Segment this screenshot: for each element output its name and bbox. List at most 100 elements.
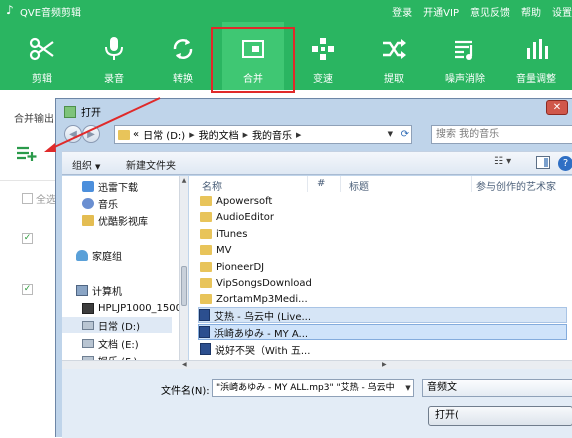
tool-label: 音量调整	[516, 74, 556, 85]
mp3-file-icon	[199, 309, 210, 321]
file-type-select[interactable]: 音频文	[422, 379, 572, 397]
nav-scrollbar[interactable]: ▲ ▼	[179, 176, 188, 368]
scroll-left-icon[interactable]: ◀	[182, 361, 187, 368]
help-icon[interactable]: ?	[558, 156, 572, 171]
file-row-selected[interactable]: 艾热 - 乌云中 (Live...	[198, 307, 567, 323]
noise-reduction-icon	[434, 36, 496, 62]
mp3-file-icon	[200, 343, 211, 355]
computer-icon	[76, 284, 88, 296]
chevron-right-icon[interactable]: ▶	[243, 131, 248, 139]
organize-menu[interactable]: 组织 ▼	[72, 157, 100, 172]
nav-item-music[interactable]: 音乐	[82, 195, 118, 211]
search-input[interactable]: 搜索 我的音乐	[431, 125, 572, 144]
nav-item-label: 计算机	[92, 286, 122, 298]
chevron-down-icon[interactable]: ▼	[403, 379, 413, 397]
feedback-link[interactable]: 意见反馈	[470, 4, 510, 19]
login-link[interactable]: 登录	[392, 4, 412, 19]
chevron-right-icon[interactable]: ▶	[189, 131, 194, 139]
navigation-bar: ◀ ▶ « 日常 (D:) ▶ 我的文档 ▶ 我的音乐 ▶ ▼ ⟳ 搜索 我的音…	[62, 123, 572, 145]
file-row[interactable]: AudioEditor	[200, 209, 319, 225]
nav-item-youku[interactable]: 优酷影视库	[82, 212, 148, 228]
help-link[interactable]: 帮助	[521, 4, 541, 19]
scissors-icon	[11, 36, 73, 62]
column-header-name[interactable]: 名称	[202, 178, 222, 193]
file-row[interactable]: 说好不哭（With 五...	[200, 341, 319, 357]
row-checkbox[interactable]: ✓	[22, 233, 33, 244]
folder-icon	[82, 214, 94, 226]
dialog-app-icon	[64, 105, 76, 118]
tool-convert-button[interactable]: 转换	[152, 22, 214, 90]
column-header-title[interactable]: 标题	[349, 178, 369, 193]
tool-extract-button[interactable]: 提取	[363, 22, 425, 90]
file-name: MV	[216, 244, 232, 256]
printer-icon	[82, 302, 94, 314]
vip-link[interactable]: 开通VIP	[423, 4, 459, 19]
tool-label: 提取	[384, 74, 404, 85]
file-row[interactable]: ZortamMp3Medi...	[200, 291, 319, 307]
tool-cut-button[interactable]: 剪辑	[11, 22, 73, 90]
preview-pane-icon[interactable]	[536, 156, 550, 169]
breadcrumb-my-music[interactable]: 我的音乐	[252, 127, 292, 142]
forward-button[interactable]: ▶	[82, 125, 100, 143]
chevron-down-icon[interactable]: ▼	[388, 126, 393, 143]
address-bar[interactable]: « 日常 (D:) ▶ 我的文档 ▶ 我的音乐 ▶ ▼ ⟳	[114, 125, 412, 144]
open-file-dialog: 打开 ✕ ◀ ▶ « 日常 (D:) ▶ 我的文档 ▶ 我的音乐 ▶ ▼ ⟳ 搜…	[55, 98, 572, 438]
nav-item-printer[interactable]: HPLJP1000_1500	[82, 300, 182, 316]
column-header-number[interactable]: #	[317, 178, 325, 189]
file-row[interactable]: MV	[200, 242, 319, 258]
file-row[interactable]: Apowersoft	[200, 193, 319, 209]
open-button[interactable]: 打开(	[428, 406, 572, 426]
file-row[interactable]: PioneerDJ	[200, 259, 319, 275]
address-overflow[interactable]: «	[133, 129, 139, 140]
file-name: AudioEditor	[216, 211, 275, 223]
dialog-close-button[interactable]: ✕	[546, 100, 568, 115]
nav-item-label: 日常 (D:)	[98, 321, 141, 333]
nav-item-drive-d[interactable]: 日常 (D:)	[62, 317, 172, 333]
column-divider[interactable]	[307, 176, 308, 192]
column-divider[interactable]	[471, 176, 472, 192]
view-options-icon[interactable]: ☷ ▾	[494, 156, 511, 167]
new-folder-button[interactable]: 新建文件夹	[126, 157, 176, 172]
breadcrumb-my-documents[interactable]: 我的文档	[199, 127, 239, 142]
tool-volume-button[interactable]: 音量调整	[505, 22, 567, 90]
tool-label: 合并	[243, 74, 263, 85]
breadcrumb-drive-d[interactable]: 日常 (D:)	[143, 127, 185, 142]
dialog-titlebar: 打开	[64, 104, 101, 119]
microphone-icon	[83, 36, 145, 62]
title-bar: ♪ QVE音频剪辑 登录 开通VIP 意见反馈 帮助 设置	[0, 0, 572, 22]
back-button[interactable]: ◀	[64, 125, 82, 143]
scrollbar-thumb[interactable]	[181, 266, 187, 306]
tool-merge-button[interactable]: 合并	[222, 22, 284, 90]
file-name: 说好不哭（With 五...	[215, 345, 311, 357]
forward-arrow-icon: ▶	[87, 128, 95, 140]
file-name: 艾热 - 乌云中 (Live...	[214, 311, 312, 323]
merge-output-label: 合并输出	[14, 114, 54, 125]
nav-item-xunlei[interactable]: 迅雷下载	[82, 178, 138, 194]
tool-speed-button[interactable]: 变速	[292, 22, 354, 90]
homegroup-icon	[76, 249, 88, 261]
add-files-button[interactable]	[16, 144, 38, 162]
file-row[interactable]: VipSongsDownload	[200, 275, 319, 291]
row-checkbox[interactable]: ✓	[22, 284, 33, 295]
file-row[interactable]: iTunes	[200, 226, 319, 242]
horizontal-scrollbar[interactable]: ◀ ▶	[62, 360, 572, 369]
tool-record-button[interactable]: 录音	[83, 22, 145, 90]
tool-label: 录音	[104, 74, 124, 85]
add-list-icon	[17, 146, 37, 161]
nav-item-drive-e[interactable]: 文档 (E:)	[82, 335, 139, 351]
file-row-selected[interactable]: 浜崎あゆみ - MY A...	[198, 324, 567, 340]
tool-noise-reduction-button[interactable]: 噪声消除	[434, 22, 496, 90]
nav-item-homegroup[interactable]: 家庭组	[76, 247, 122, 263]
column-header-artist[interactable]: 参与创作的艺术家	[476, 178, 556, 193]
scroll-up-icon[interactable]: ▲	[180, 177, 188, 184]
filename-input[interactable]: "浜崎あゆみ - MY ALL.mp3" "艾热 - 乌云中	[212, 379, 414, 397]
scroll-right-icon[interactable]: ▶	[382, 361, 387, 368]
folder-icon	[118, 129, 130, 140]
select-all-checkbox[interactable]	[22, 193, 33, 204]
refresh-icon[interactable]: ⟳	[401, 126, 409, 143]
settings-link[interactable]: 设置	[552, 4, 572, 19]
nav-item-computer[interactable]: 计算机	[76, 282, 122, 298]
chevron-right-icon[interactable]: ▶	[296, 131, 301, 139]
column-divider[interactable]	[340, 176, 341, 192]
select-all[interactable]: 全选	[22, 191, 56, 206]
